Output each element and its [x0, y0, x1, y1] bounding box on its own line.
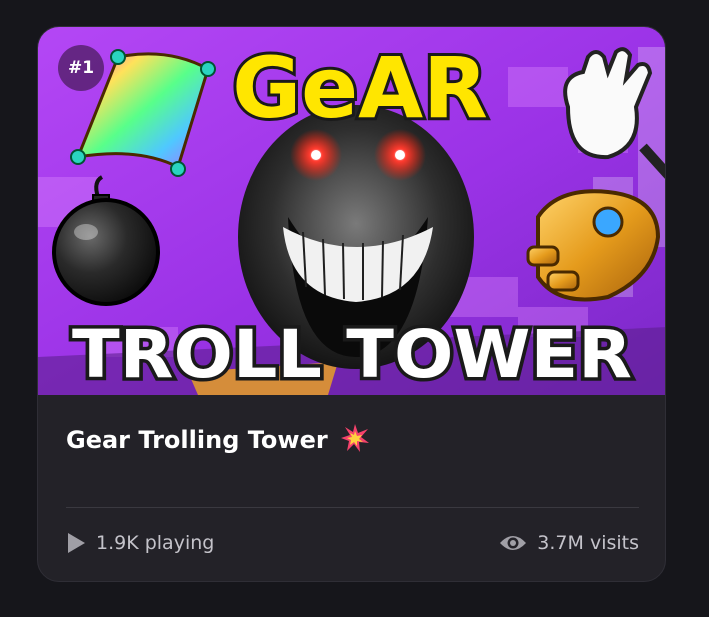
thumbnail-image: GeAR TROLL TOWER	[38, 27, 665, 395]
thumbnail-title-line2: TROLL TOWER	[72, 316, 632, 393]
collision-icon	[340, 423, 370, 457]
game-title[interactable]: Gear Trolling Tower	[66, 426, 328, 454]
title-row: Gear Trolling Tower	[66, 423, 370, 457]
game-thumbnail[interactable]: GeAR TROLL TOWER #1	[38, 27, 665, 395]
play-icon	[68, 533, 85, 553]
card-divider	[66, 507, 639, 508]
playing-count: 1.9K playing	[96, 532, 215, 554]
visits-count: 3.7M visits	[537, 532, 639, 554]
rank-badge: #1	[58, 45, 104, 91]
thumbnail-title-line1: GeAR	[232, 39, 488, 137]
eye-icon	[500, 536, 527, 550]
game-card[interactable]: GeAR TROLL TOWER #1 Gear Trolling Tower …	[37, 26, 666, 582]
stats-row: 1.9K playing 3.7M visits	[66, 525, 639, 561]
visits-stat: 3.7M visits	[499, 532, 639, 554]
playing-stat: 1.9K playing	[66, 532, 214, 554]
